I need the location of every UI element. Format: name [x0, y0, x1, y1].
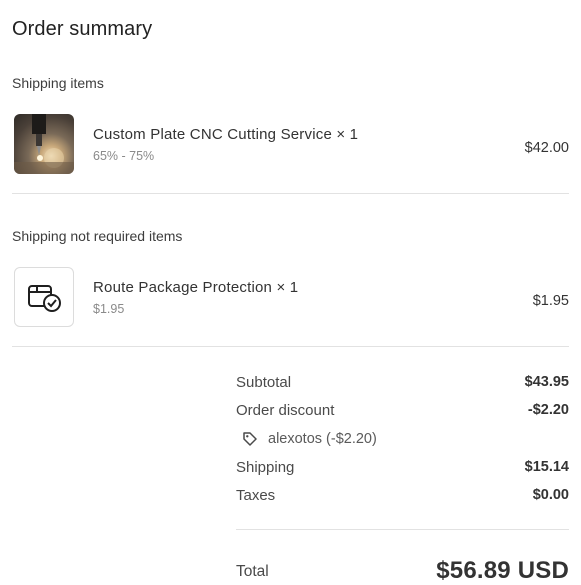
shipping-value: $15.14	[524, 459, 569, 475]
shipping-items-heading: Shipping items	[12, 75, 104, 91]
line-item-variant: $1.95	[93, 302, 125, 316]
tag-icon	[243, 432, 257, 446]
line-item-variant: 65% - 75%	[93, 149, 155, 163]
total-value: $56.89 USD	[436, 557, 569, 584]
non-shipping-items-heading: Shipping not required items	[12, 228, 183, 244]
line-item: Custom Plate CNC Cutting Service × 1 65%…	[14, 114, 569, 176]
section-divider	[12, 193, 569, 194]
package-protection-thumbnail	[14, 267, 74, 327]
discount-code: alexotos (-$2.20)	[242, 431, 377, 447]
subtotal-label: Subtotal	[236, 374, 292, 391]
line-item-name: Route Package Protection × 1	[93, 279, 299, 296]
section-divider	[12, 346, 569, 347]
cnc-cutting-thumbnail	[14, 114, 74, 174]
shipping-row: Shipping $15.14	[236, 459, 569, 483]
order-summary-title: Order summary	[12, 18, 153, 40]
package-protection-icon	[28, 285, 61, 312]
line-item-price: $1.95	[532, 293, 569, 309]
total-label: Total	[236, 563, 269, 580]
taxes-value: $0.00	[532, 487, 569, 503]
line-item-price: $42.00	[524, 140, 569, 156]
order-discount-value: -$2.20	[527, 402, 569, 418]
line-item: Route Package Protection × 1 $1.95 $1.95	[14, 267, 569, 329]
line-item-name: Custom Plate CNC Cutting Service × 1	[93, 126, 359, 143]
order-discount-row: Order discount -$2.20	[236, 402, 569, 426]
discount-code-text: alexotos (-$2.20)	[268, 431, 377, 447]
subtotal-value: $43.95	[524, 374, 569, 390]
taxes-row: Taxes $0.00	[236, 487, 569, 511]
totals-divider	[236, 529, 569, 530]
order-discount-label: Order discount	[236, 402, 335, 419]
cnc-cutting-photo	[14, 114, 74, 174]
taxes-label: Taxes	[236, 487, 276, 504]
shipping-label: Shipping	[236, 459, 295, 476]
subtotal-row: Subtotal $43.95	[236, 374, 569, 398]
